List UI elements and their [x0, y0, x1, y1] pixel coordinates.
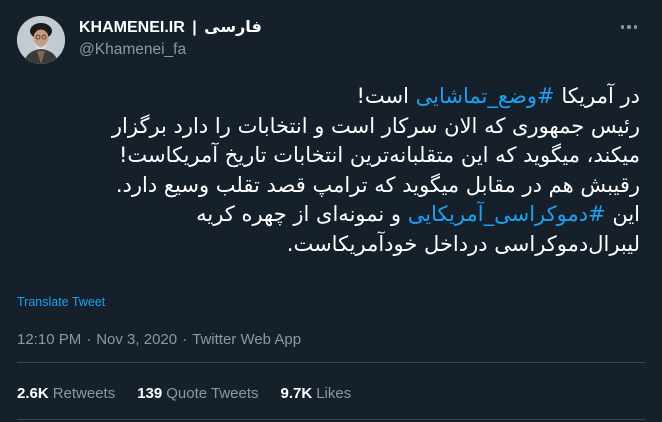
- tweet-metadata: 12:10 PM · Nov 3, 2020 · Twitter Web App: [17, 330, 301, 350]
- more-dots-icon: [633, 25, 638, 29]
- quote-tweets-label: Quote Tweets: [166, 385, 259, 402]
- avatar[interactable]: [17, 16, 65, 64]
- hashtag-link[interactable]: #وضع_تماشایی: [416, 84, 555, 108]
- tweet-line: در آمریکا #وضع_تماشایی است!: [20, 82, 641, 112]
- tweet-text-segment: میکند، میگوید که این متقلبانه‌ترین انتخا…: [118, 143, 640, 168]
- divider: [17, 419, 645, 420]
- display-name-text: KHAMENEI.IR: [79, 19, 185, 36]
- tweet-text-segment: لیبرال‌دموکراسی درداخل خودآمریکاست.: [286, 231, 640, 256]
- tweet-text: در آمریکا #وضع_تماشایی است! رئیس جمهوری …: [20, 82, 640, 260]
- more-dots-icon: [620, 25, 625, 29]
- tweet-text-segment: این: [605, 202, 640, 227]
- retweets-count: 2.6K: [17, 385, 49, 402]
- tweet-line: رقیبش هم در مقابل میگوید که ترامپ قصد تق…: [20, 171, 640, 201]
- quote-tweets-stat[interactable]: 139 Quote Tweets: [137, 384, 258, 404]
- likes-stat[interactable]: 9.7K Likes: [281, 384, 352, 404]
- likes-count: 9.7K: [280, 385, 313, 402]
- hashtag-link[interactable]: #دموکراسی_آمریکایی: [408, 202, 606, 226]
- tweet-line: لیبرال‌دموکراسی درداخل خودآمریکاست.: [20, 230, 640, 260]
- quote-tweets-count: 139: [137, 385, 163, 402]
- name-separator: |: [192, 19, 197, 36]
- retweets-stat[interactable]: 2.6K Retweets: [17, 384, 115, 404]
- meta-separator: ·: [182, 331, 188, 348]
- tweet-text-segment: در آمریکا: [554, 84, 640, 108]
- tweet-line: این #دموکراسی_آمریکایی و نمونه‌ای از چهر…: [20, 200, 640, 230]
- likes-label: Likes: [316, 385, 352, 402]
- display-name[interactable]: KHAMENEI.IR | فارسی: [79, 18, 262, 38]
- tweet-line: میکند، میگوید که این متقلبانه‌ترین انتخا…: [20, 141, 640, 171]
- divider: [17, 362, 645, 363]
- tweet-date[interactable]: Nov 3, 2020: [96, 331, 177, 348]
- tweet-text-segment: و نمونه‌ای از چهره کریه: [196, 202, 408, 227]
- more-dots-icon: [627, 25, 631, 29]
- language-label: فارسی: [204, 19, 262, 36]
- more-options-button[interactable]: [614, 16, 644, 38]
- profile-portrait-icon: [17, 16, 65, 64]
- tweet-text-segment: رقیبش هم در مقابل میگوید که ترامپ قصد تق…: [115, 172, 640, 197]
- engagement-stats: 2.6K Retweets 139 Quote Tweets 9.7K Likes: [17, 384, 373, 404]
- tweet-line: رئیس جمهوری که الان سرکار است و انتخابات…: [20, 112, 640, 142]
- tweet-source[interactable]: Twitter Web App: [192, 331, 301, 348]
- user-handle[interactable]: @Khamenei_fa: [79, 40, 186, 60]
- translate-tweet-link[interactable]: Translate Tweet: [17, 294, 105, 310]
- meta-separator: ·: [86, 331, 92, 348]
- tweet-text-segment: است!: [356, 84, 416, 108]
- tweet-text-segment: رئیس جمهوری که الان سرکار است و انتخابات…: [111, 113, 640, 138]
- retweets-label: Retweets: [52, 385, 116, 402]
- tweet-time[interactable]: 12:10 PM: [17, 331, 81, 348]
